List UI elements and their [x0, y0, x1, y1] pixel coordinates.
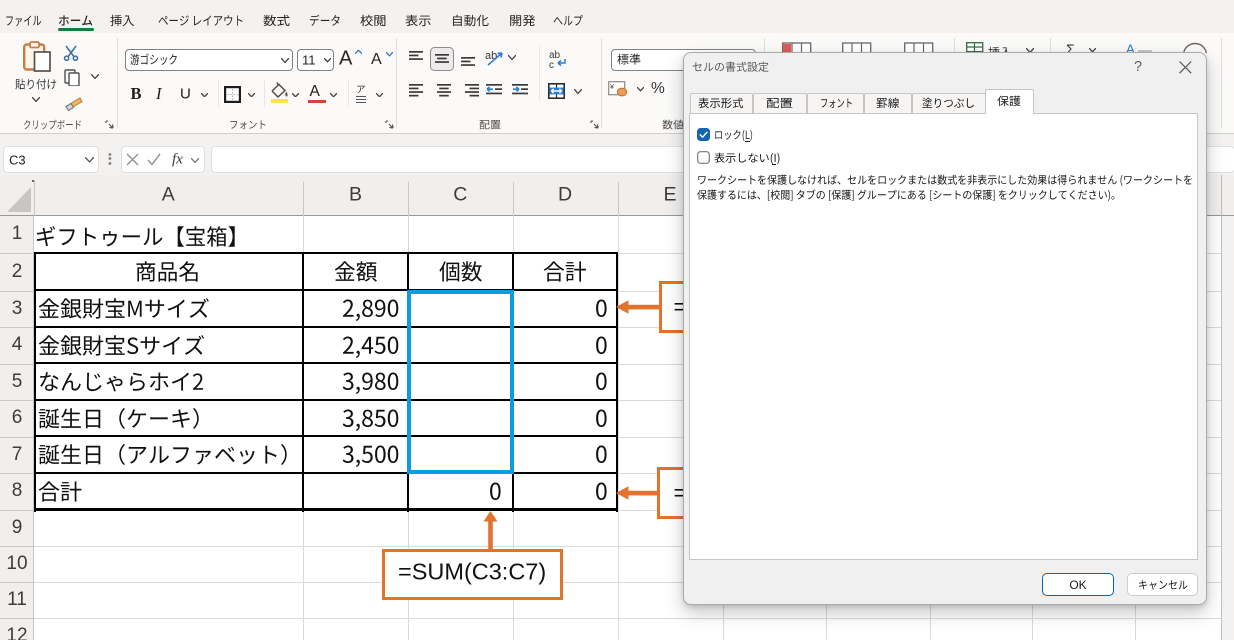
svg-text:c: c	[549, 60, 554, 69]
svg-text:¥: ¥	[610, 84, 614, 91]
svg-text:ab: ab	[485, 50, 497, 62]
